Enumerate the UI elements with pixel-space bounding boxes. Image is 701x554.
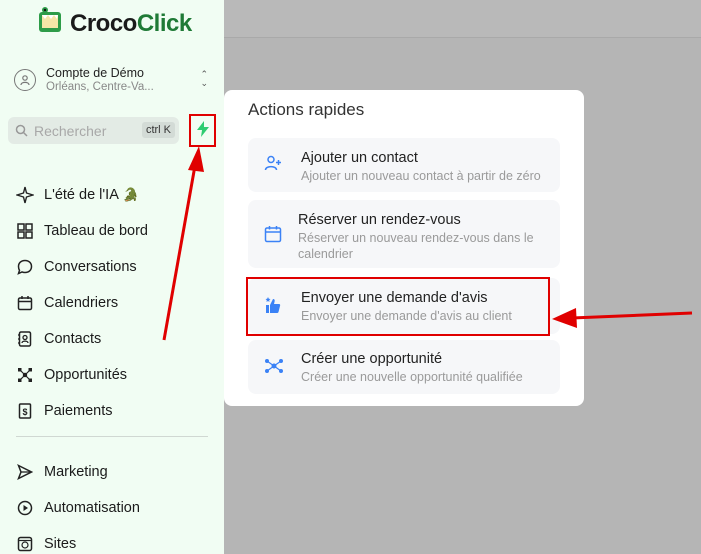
sparkles-icon	[16, 186, 34, 204]
backdrop-header	[224, 0, 701, 38]
user-avatar-icon	[14, 69, 36, 91]
shortcut-badge: ctrl K	[141, 122, 175, 138]
nav-label: Paiements	[44, 403, 113, 419]
card-description: Créer une nouvelle opportunité qualifiée	[301, 370, 523, 384]
globe-icon	[16, 535, 34, 553]
card-description: Ajouter un nouveau contact à partir de z…	[301, 169, 541, 183]
brand-logo[interactable]: CrocoClick	[36, 6, 192, 41]
secondary-nav: Marketing Automatisation Sites	[16, 454, 216, 554]
annotation-arrow-left	[571, 311, 693, 320]
account-location: Orléans, Centre-Va...	[46, 81, 154, 93]
highlight-box-quick-actions	[189, 114, 216, 147]
search-input[interactable]	[34, 122, 134, 139]
nav-label: Contacts	[44, 331, 102, 347]
nav-item-dashboard[interactable]: Tableau de bord	[16, 213, 216, 249]
action-card-add-contact[interactable]: Ajouter un contact Ajouter un nouveau co…	[248, 138, 560, 192]
crocodile-mini-icon: 🐊	[122, 187, 140, 202]
nav-item-ai-summer[interactable]: L'été de l'IA 🐊	[16, 177, 216, 213]
chat-bubble-icon	[16, 258, 34, 276]
account-switcher[interactable]: Compte de Démo Orléans, Centre-Va... ⌃ ⌄	[14, 64, 214, 96]
nav-label: Automatisation	[44, 500, 140, 516]
nav-label: Marketing	[44, 464, 108, 480]
send-icon	[16, 463, 34, 481]
automation-icon	[16, 499, 34, 517]
nav-label: Opportunités	[44, 367, 128, 383]
crocodile-logo-icon	[36, 6, 66, 41]
calendar-icon	[264, 225, 282, 248]
opportunities-icon	[16, 366, 34, 384]
nav-item-conversations[interactable]: Conversations	[16, 249, 216, 285]
dashboard-grid-icon	[16, 222, 34, 240]
action-card-create-opportunity[interactable]: Créer une opportunité Créer une nouvelle…	[248, 340, 560, 394]
network-icon	[264, 357, 284, 380]
card-title: Ajouter un contact	[301, 150, 418, 166]
nav-label: Sites	[44, 536, 77, 552]
svg-text:$: $	[22, 407, 27, 417]
nav-label: L'été de l'IA	[44, 187, 119, 203]
contact-book-icon	[16, 330, 34, 348]
nav-item-payments[interactable]: $ Paiements	[16, 393, 216, 429]
nav-label: Tableau de bord	[44, 223, 148, 239]
add-user-icon	[264, 154, 282, 177]
nav-label: Calendriers	[44, 295, 119, 311]
nav-item-marketing[interactable]: Marketing	[16, 454, 216, 490]
highlight-box-review-request	[246, 277, 550, 336]
payments-icon: $	[16, 402, 34, 420]
card-title: Créer une opportunité	[301, 351, 443, 367]
account-name: Compte de Démo	[46, 66, 144, 80]
main-nav: L'été de l'IA 🐊 Tableau de bord Conversa…	[16, 177, 216, 429]
chevron-up-down-icon: ⌃ ⌄	[200, 69, 208, 88]
search-box[interactable]: ctrl K	[8, 117, 179, 144]
nav-item-sites[interactable]: Sites	[16, 526, 216, 554]
action-card-book-appointment[interactable]: Réserver un rendez-vous Réserver un nouv…	[248, 200, 560, 268]
nav-item-calendars[interactable]: Calendriers	[16, 285, 216, 321]
nav-item-opportunities[interactable]: Opportunités	[16, 357, 216, 393]
nav-item-automation[interactable]: Automatisation	[16, 490, 216, 526]
nav-label: Conversations	[44, 259, 137, 275]
sidebar-divider	[16, 436, 208, 437]
nav-item-contacts[interactable]: Contacts	[16, 321, 216, 357]
quick-actions-panel: Actions rapides Ajouter un contact Ajout…	[224, 90, 584, 406]
card-description: Réserver un nouveau rendez-vous dans le …	[298, 231, 534, 261]
brand-name: CrocoClick	[70, 9, 192, 37]
card-title: Réserver un rendez-vous	[298, 212, 461, 228]
sidebar: CrocoClick Compte de Démo Orléans, Centr…	[0, 0, 224, 554]
search-icon	[15, 124, 28, 137]
calendar-icon	[16, 294, 34, 312]
panel-title: Actions rapides	[248, 100, 365, 119]
